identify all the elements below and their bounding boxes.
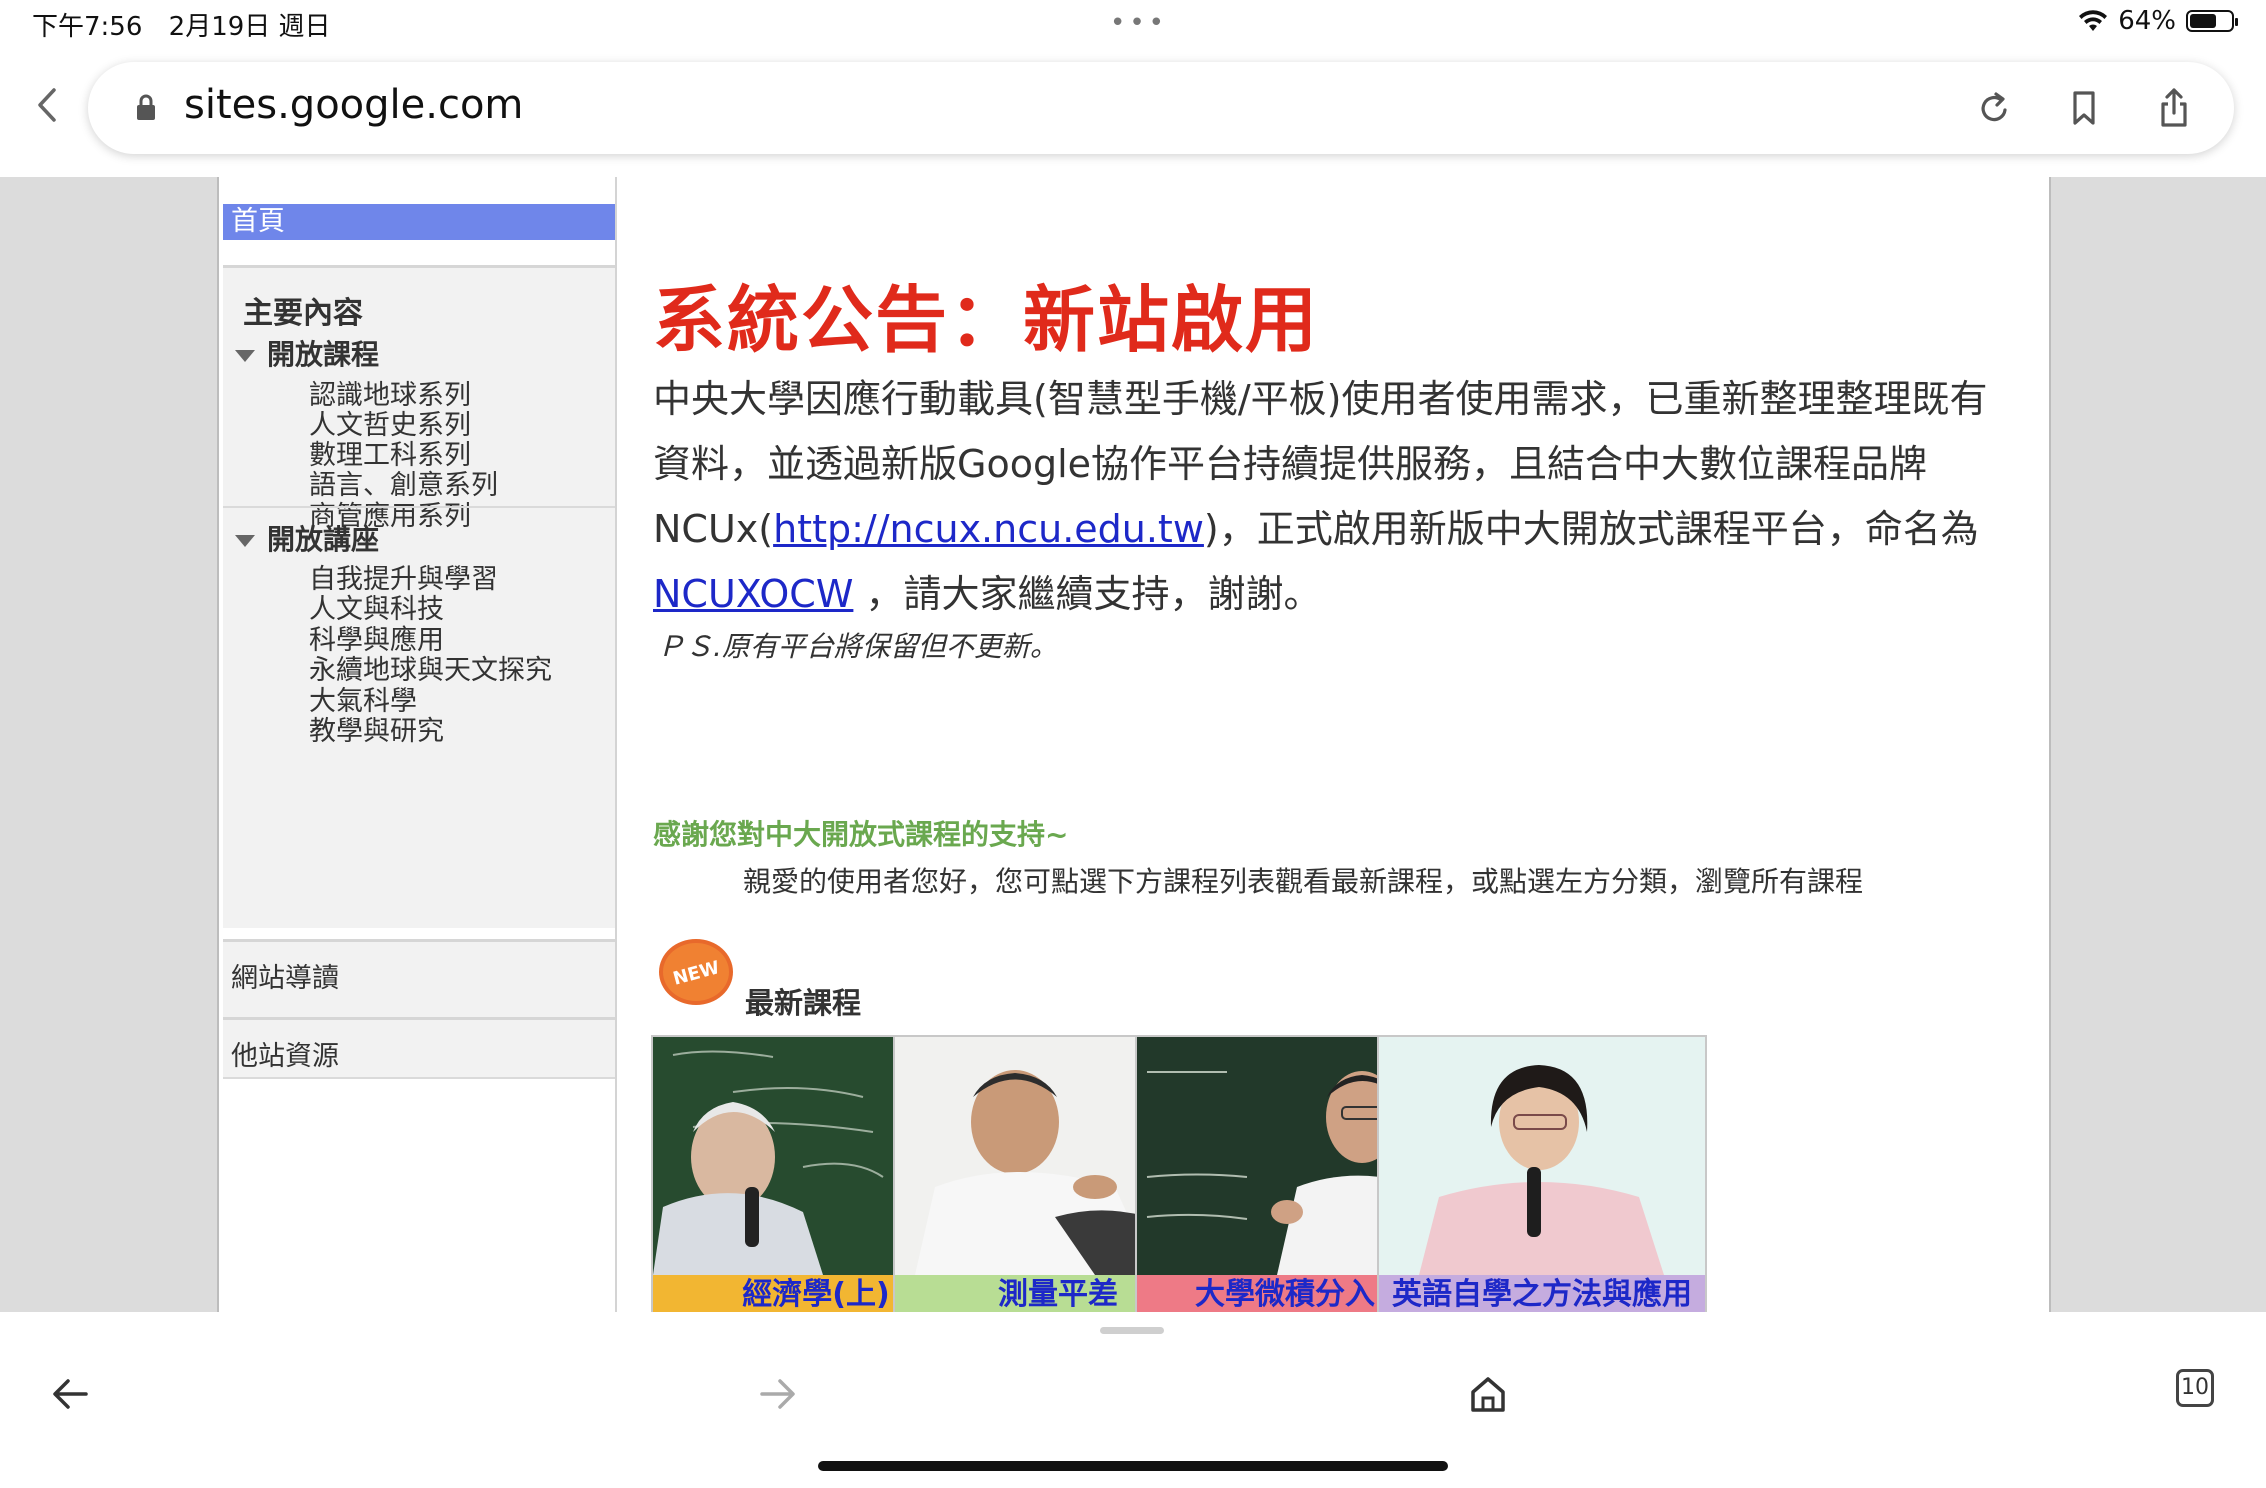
battery-percent: 64%: [2118, 6, 2176, 36]
ncuxocw-link[interactable]: NCUXOCW: [653, 572, 853, 616]
sidebar-item-home[interactable]: 首頁: [223, 204, 615, 240]
sidebar-item-site-guide[interactable]: 網站導讀: [223, 939, 615, 1018]
site-page: 首頁 主要內容 開放課程 認識地球系列 人文哲史系列 數理工科系列 語言、創意系…: [217, 177, 2051, 1312]
back-icon[interactable]: [48, 1372, 92, 1416]
status-right: 64%: [2078, 6, 2238, 36]
divider: [223, 1077, 615, 1079]
status-date: 2月19日 週日: [168, 12, 331, 42]
drag-handle[interactable]: [1100, 1327, 1164, 1334]
latest-courses-label: 最新課程: [745, 986, 862, 1020]
greeting-text: 親愛的使用者您好，您可點選下方課程列表觀看最新課程，或點選左方分類，瀏覽所有課程: [743, 865, 1864, 898]
sidebar-item-other-resources[interactable]: 他站資源: [223, 1017, 615, 1078]
tabs-icon[interactable]: 10: [2176, 1369, 2214, 1407]
sidebar-heading: 主要內容: [243, 296, 363, 331]
url-text[interactable]: sites.google.com: [184, 82, 523, 128]
reload-icon[interactable]: [1974, 86, 2014, 130]
new-badge-icon: NEW: [659, 939, 733, 1005]
lock-icon: [137, 94, 155, 120]
web-content: 首頁 主要內容 開放課程 認識地球系列 人文哲史系列 數理工科系列 語言、創意系…: [0, 177, 2266, 1312]
course-thumbnail-image: [1379, 1037, 1705, 1275]
main-content: 系統公告：新站啟用 中央大學因應行動載具(智慧型手機/平板)使用者使用需求，已重…: [617, 177, 2049, 1312]
forward-icon[interactable]: [756, 1372, 800, 1416]
home-indicator[interactable]: [818, 1461, 1448, 1471]
thanks-heading: 感謝您對中大開放式課程的支持~: [653, 818, 1069, 851]
announcement-ps: ＰＳ.原有平台將保留但不更新。: [657, 630, 1058, 663]
sidebar-category-lectures[interactable]: 開放講座: [235, 518, 379, 558]
sidebar: 首頁 主要內容 開放課程 認識地球系列 人文哲史系列 數理工科系列 語言、創意系…: [219, 177, 617, 1312]
divider: [223, 506, 615, 508]
course-card[interactable]: 英語自學之方法與應用: [1377, 1035, 1707, 1312]
chevron-left-icon[interactable]: [28, 80, 68, 130]
multitask-dots[interactable]: •••: [1110, 8, 1168, 38]
status-bar: 下午7:56 2月19日 週日 ••• 64%: [0, 0, 2266, 50]
triangle-down-icon: [235, 535, 255, 547]
browser-toolbar: sites.google.com: [0, 50, 2266, 177]
sidebar-item-teaching[interactable]: 教學與研究: [309, 709, 444, 748]
status-time: 下午7:56: [32, 12, 143, 42]
announcement-body: 中央大學因應行動載具(智慧型手機/平板)使用者使用需求，已重新整理整理既有資料，…: [653, 377, 1988, 616]
sidebar-main-content: 主要內容 開放課程 認識地球系列 人文哲史系列 數理工科系列 語言、創意系列 商…: [223, 265, 615, 928]
home-icon[interactable]: [1466, 1372, 1510, 1416]
battery-icon: [2186, 10, 2238, 32]
status-time-date: 下午7:56 2月19日 週日: [32, 6, 349, 43]
announcement-title: 系統公告：新站啟用: [653, 278, 1320, 362]
course-title[interactable]: 英語自學之方法與應用: [1379, 1275, 1705, 1312]
bookmark-icon[interactable]: [2064, 86, 2104, 130]
share-icon[interactable]: [2154, 86, 2194, 130]
bottom-toolbar: 10: [0, 1312, 2266, 1488]
triangle-down-icon: [235, 350, 255, 362]
address-bar[interactable]: sites.google.com: [88, 62, 2234, 154]
ncux-link[interactable]: http://ncux.ncu.edu.tw: [773, 507, 1204, 551]
wifi-icon: [2079, 10, 2108, 31]
sidebar-category-courses[interactable]: 開放課程: [235, 333, 379, 373]
